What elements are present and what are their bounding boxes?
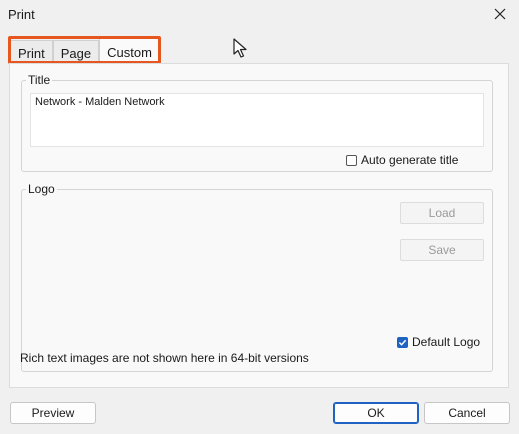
title-bar: Print [0,0,519,30]
close-icon [494,8,506,20]
preview-button[interactable]: Preview [10,402,96,424]
save-button[interactable]: Save [400,239,484,261]
logo-group-label: Logo [26,182,57,196]
rich-text-note: Rich text images are not shown here in 6… [20,351,309,365]
tab-custom[interactable]: Custom [99,38,160,65]
load-button[interactable]: Load [400,202,484,224]
checkmark-icon [398,339,407,346]
mouse-cursor-icon [233,38,247,58]
tab-page[interactable]: Page [52,40,100,65]
title-text-box[interactable]: Network - Malden Network [30,93,484,147]
checkbox-unchecked-icon [346,154,357,166]
auto-generate-title-label: Auto generate title [361,153,459,167]
tab-bar: Print Page Custom [10,38,160,65]
default-logo-label: Default Logo [412,335,481,349]
tab-print[interactable]: Print [10,40,53,65]
custom-tab-panel: Title Network - Malden Network Auto gene… [9,63,509,388]
title-group: Title Network - Malden Network Auto gene… [21,73,493,172]
window-title: Print [8,7,35,22]
ok-button[interactable]: OK [333,402,419,424]
title-group-label: Title [26,73,53,87]
logo-group: Logo Load Save Default Logo [21,182,493,372]
checkbox-checked-icon [397,336,408,348]
cancel-button[interactable]: Cancel [424,402,510,424]
auto-generate-title-checkbox[interactable]: Auto generate title [346,153,458,167]
close-button[interactable] [487,2,513,26]
default-logo-checkbox[interactable]: Default Logo [397,335,480,349]
